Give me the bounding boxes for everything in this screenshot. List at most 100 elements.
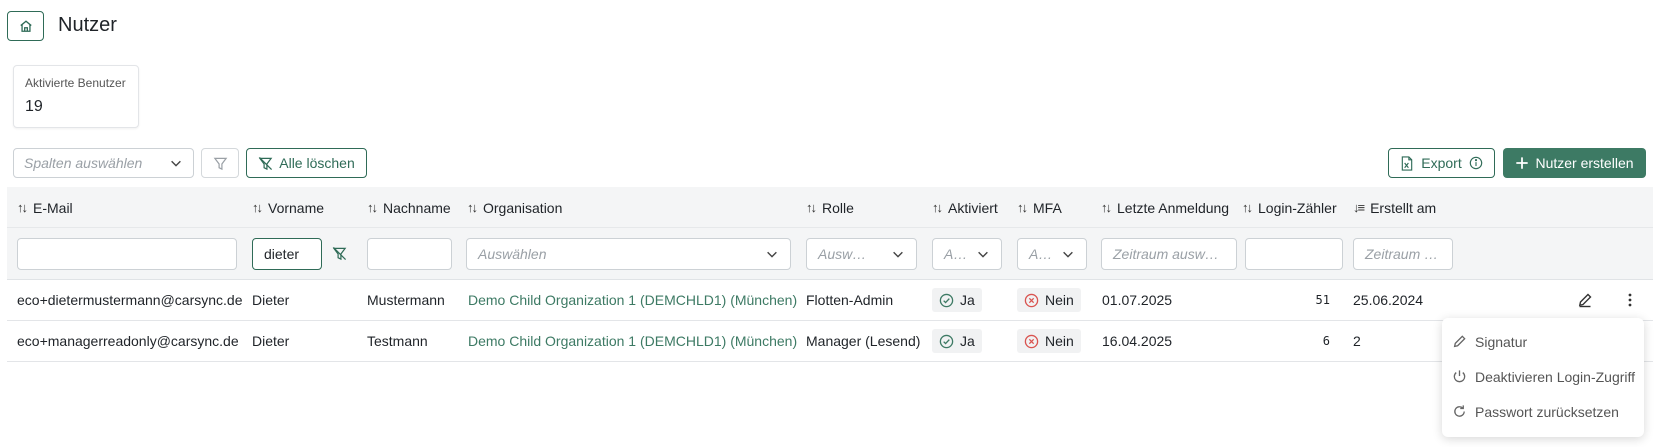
table-header: ↑↓ E-Mail ↑↓ Vorname ↑↓ Nachname ↑↓ Organisa… bbox=[7, 187, 1653, 228]
create-user-button[interactable]: Nutzer erstellen bbox=[1503, 148, 1646, 178]
sort-icon: ↑↓ bbox=[467, 200, 478, 215]
column-select-placeholder: Spalten auswählen bbox=[24, 155, 143, 171]
cell-mfa: Nein bbox=[1017, 321, 1081, 361]
role-filter-placeholder: Ausw… bbox=[818, 246, 867, 262]
header-label: MFA bbox=[1033, 199, 1062, 216]
email-filter-input[interactable] bbox=[17, 238, 237, 270]
export-button[interactable]: Export bbox=[1388, 148, 1495, 178]
cell-role: Manager (Lesend) bbox=[806, 333, 921, 349]
header-label: E-Mail bbox=[33, 199, 73, 216]
menu-item-label: Deaktivieren Login-Zugriff bbox=[1475, 368, 1636, 385]
sort-icon: ↑↓ bbox=[252, 200, 263, 215]
status-badge: Ja bbox=[932, 288, 982, 312]
header-login-count[interactable]: ↑↓ Login-Zähler bbox=[1242, 187, 1337, 228]
mfa-filter-select[interactable]: A… bbox=[1017, 238, 1087, 270]
header-email[interactable]: ↑↓ E-Mail bbox=[17, 187, 73, 228]
lastname-filter-input[interactable] bbox=[367, 238, 452, 270]
status-badge: Nein bbox=[1017, 329, 1081, 353]
home-button[interactable] bbox=[7, 11, 44, 41]
filter-off-icon[interactable] bbox=[332, 246, 347, 261]
role-filter-select[interactable]: Ausw… bbox=[806, 238, 917, 270]
cell-organisation-link[interactable]: Demo Child Organization 1 (DEMCHLD1) (Mü… bbox=[468, 280, 797, 320]
table-row[interactable]: eco+managerreadonly@carsync.de Dieter Te… bbox=[7, 321, 1653, 362]
menu-item-signature[interactable]: Signatur bbox=[1442, 324, 1644, 359]
cell-active: Ja bbox=[932, 321, 982, 361]
header-role[interactable]: ↑↓ Rolle bbox=[806, 187, 854, 228]
power-icon bbox=[1453, 370, 1466, 383]
filter-off-icon bbox=[258, 156, 273, 170]
last-login-filter-input[interactable]: Zeitraum ausw… bbox=[1101, 238, 1237, 270]
header-label: Erstellt am bbox=[1370, 199, 1437, 216]
excel-file-icon bbox=[1402, 155, 1413, 171]
clear-filters-button[interactable]: Alle löschen bbox=[246, 148, 367, 178]
header-firstname[interactable]: ↑↓ Vorname bbox=[252, 187, 324, 228]
cell-lastname: Mustermann bbox=[367, 292, 445, 308]
cell-last-login: 01.07.2025 bbox=[1102, 292, 1173, 308]
info-icon bbox=[1469, 156, 1482, 170]
cell-role: Flotten-Admin bbox=[806, 292, 894, 308]
users-table: ↑↓ E-Mail ↑↓ Vorname ↑↓ Nachname ↑↓ Organisa… bbox=[7, 187, 1653, 362]
menu-item-reset-password[interactable]: Passwort zurücksetzen bbox=[1442, 394, 1644, 429]
refresh-icon bbox=[1454, 405, 1465, 417]
cell-email: eco+dietermustermann@carsync.de bbox=[17, 292, 243, 308]
menu-item-label: Passwort zurücksetzen bbox=[1475, 403, 1619, 420]
status-badge-label: Ja bbox=[960, 292, 975, 308]
stat-label: Aktivierte Benutzer bbox=[25, 76, 126, 90]
organisation-filter-select[interactable]: Auswählen bbox=[466, 238, 791, 270]
header-mfa[interactable]: ↑↓ MFA bbox=[1017, 187, 1062, 228]
header-created[interactable]: ↓≡ Erstellt am bbox=[1353, 187, 1436, 228]
stat-value: 19 bbox=[25, 98, 43, 115]
chevron-down-icon bbox=[767, 251, 777, 258]
x-circle-icon bbox=[1024, 334, 1039, 348]
created-filter-placeholder: Zeitraum … bbox=[1365, 246, 1439, 262]
status-badge: Ja bbox=[932, 329, 982, 353]
cell-active: Ja bbox=[932, 280, 982, 320]
cell-login-count: 6 bbox=[1322, 334, 1330, 348]
header-active[interactable]: ↑↓ Aktiviert bbox=[932, 187, 998, 228]
pencil-icon bbox=[1453, 335, 1466, 348]
more-actions-button[interactable] bbox=[1622, 280, 1638, 320]
active-filter-select[interactable]: A… bbox=[932, 238, 1002, 270]
sort-desc-icon: ↓≡ bbox=[1353, 200, 1365, 215]
sort-icon: ↑↓ bbox=[367, 200, 378, 215]
header-label: Vorname bbox=[268, 199, 325, 216]
header-lastname[interactable]: ↑↓ Nachname bbox=[367, 187, 451, 228]
login-count-filter-input[interactable] bbox=[1245, 238, 1343, 270]
header-label: Nachname bbox=[383, 199, 451, 216]
cell-email: eco+managerreadonly@carsync.de bbox=[17, 333, 239, 349]
cell-login-count: 51 bbox=[1315, 293, 1330, 307]
check-circle-icon bbox=[939, 334, 954, 348]
filter-icon bbox=[213, 157, 227, 170]
cell-last-login: 16.04.2025 bbox=[1102, 333, 1173, 349]
x-circle-icon bbox=[1024, 293, 1039, 307]
table-row[interactable]: eco+dietermustermann@carsync.de Dieter M… bbox=[7, 280, 1653, 321]
chevron-down-icon bbox=[978, 251, 988, 258]
status-badge-label: Nein bbox=[1045, 333, 1074, 349]
chevron-down-icon bbox=[171, 160, 181, 167]
mfa-filter-placeholder: A… bbox=[1029, 246, 1053, 262]
cell-lastname: Testmann bbox=[367, 333, 428, 349]
column-select[interactable]: Spalten auswählen bbox=[13, 148, 194, 178]
created-filter-input[interactable]: Zeitraum … bbox=[1353, 238, 1453, 270]
status-badge-label: Nein bbox=[1045, 292, 1074, 308]
menu-item-deactivate-login[interactable]: Deaktivieren Login-Zugriff bbox=[1442, 359, 1644, 394]
cell-firstname: Dieter bbox=[252, 333, 290, 349]
more-vertical-icon bbox=[1628, 293, 1632, 307]
sort-icon: ↑↓ bbox=[17, 200, 28, 215]
check-circle-icon bbox=[939, 293, 954, 307]
header-label: Rolle bbox=[822, 199, 854, 216]
chevron-down-icon bbox=[1063, 251, 1073, 258]
create-user-label: Nutzer erstellen bbox=[1535, 155, 1634, 171]
firstname-filter-input[interactable]: dieter bbox=[252, 238, 322, 270]
active-users-card: Aktivierte Benutzer 19 bbox=[13, 65, 139, 128]
sort-icon: ↑↓ bbox=[806, 200, 817, 215]
filter-button[interactable] bbox=[201, 148, 239, 178]
header-organisation[interactable]: ↑↓ Organisation bbox=[467, 187, 562, 228]
header-label: Letzte Anmeldung bbox=[1117, 199, 1230, 216]
cell-organisation-link[interactable]: Demo Child Organization 1 (DEMCHLD1) (Mü… bbox=[468, 321, 797, 361]
plus-icon bbox=[1516, 157, 1529, 169]
cell-created: 25.06.2024 bbox=[1353, 292, 1424, 308]
header-label: Organisation bbox=[483, 199, 563, 216]
header-last-login[interactable]: ↑↓ Letzte Anmeldung bbox=[1101, 187, 1229, 228]
edit-button[interactable] bbox=[1577, 280, 1593, 320]
